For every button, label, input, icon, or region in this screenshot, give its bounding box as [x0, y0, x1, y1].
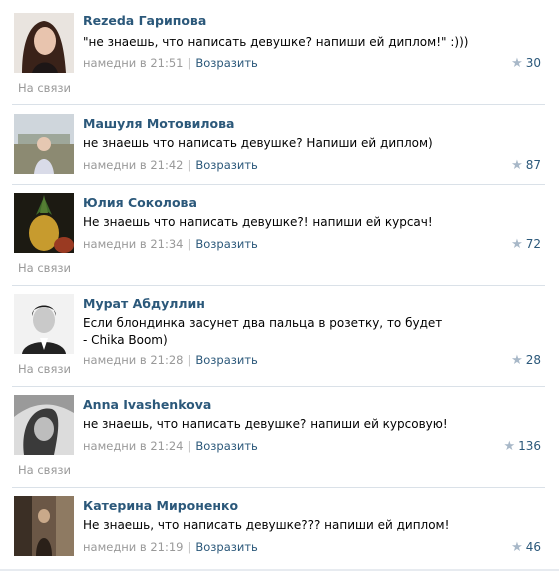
author-name[interactable]: Юлия Соколова — [83, 195, 197, 210]
star-icon[interactable]: ★ — [511, 540, 523, 555]
comment-meta: намедни в 21:51 | Возразить — [83, 56, 258, 70]
reply-link[interactable]: Возразить — [195, 237, 257, 251]
like-counter[interactable]: ★ 72 — [511, 237, 541, 252]
comment-meta: намедни в 21:34 | Возразить — [83, 237, 258, 251]
author-name[interactable]: Мурат Абдуллин — [83, 296, 205, 311]
online-status: На связи — [18, 261, 71, 275]
like-counter[interactable]: ★ 136 — [503, 439, 541, 454]
comment-text: Не знаешь, что написать девушке??? напиш… — [83, 518, 450, 532]
meta-separator: | — [187, 237, 192, 251]
comment-item: На связи Юлия Соколова Не знаешь что нап… — [0, 185, 559, 285]
like-counter[interactable]: ★ 46 — [511, 540, 541, 555]
meta-separator: | — [187, 158, 192, 172]
reply-link[interactable]: Возразить — [195, 56, 257, 70]
avatar[interactable] — [14, 114, 74, 174]
comment-item: Машуля Мотовилова не знаешь что написать… — [0, 105, 559, 185]
author-name[interactable]: Машуля Мотовилова — [83, 116, 234, 131]
comment-time: намедни в 21:28 — [83, 353, 184, 367]
comment-time: намедни в 21:34 — [83, 237, 184, 251]
comment-meta: намедни в 21:24 | Возразить — [83, 439, 258, 453]
reply-link[interactable]: Возразить — [195, 439, 257, 453]
comment-text: не знаешь что написать девушке? Напиши е… — [83, 136, 433, 150]
like-counter[interactable]: ★ 28 — [511, 353, 541, 368]
avatar[interactable] — [14, 193, 74, 253]
like-count: 72 — [525, 237, 541, 251]
reply-link[interactable]: Возразить — [195, 353, 257, 367]
comment-text: "не знаешь, что написать девушке? напиши… — [83, 35, 469, 49]
comment-item: Катерина Мироненко Не знаешь, что написа… — [0, 488, 559, 570]
reply-link[interactable]: Возразить — [195, 158, 257, 172]
comment-time: намедни в 21:19 — [83, 540, 184, 554]
author-name[interactable]: Катерина Мироненко — [83, 498, 238, 513]
comment-item: На связи Anna Ivashenkova не знаешь, что… — [0, 387, 559, 487]
star-icon[interactable]: ★ — [511, 56, 523, 71]
like-count: 30 — [525, 56, 541, 70]
avatar[interactable] — [14, 395, 74, 455]
star-icon[interactable]: ★ — [511, 353, 523, 368]
like-count: 87 — [525, 158, 541, 172]
comment-time: намедни в 21:51 — [83, 56, 184, 70]
like-counter[interactable]: ★ 87 — [511, 158, 541, 173]
online-status: На связи — [18, 81, 71, 95]
meta-separator: | — [187, 439, 192, 453]
author-name[interactable]: Anna Ivashenkova — [83, 397, 211, 412]
avatar[interactable] — [14, 496, 74, 556]
avatar[interactable] — [14, 13, 74, 73]
star-icon[interactable]: ★ — [503, 439, 515, 454]
like-count: 46 — [525, 540, 541, 554]
star-icon[interactable]: ★ — [511, 158, 523, 173]
comment-time: намедни в 21:24 — [83, 439, 184, 453]
comment-text: не знаешь, что написать девушке? напиши … — [83, 417, 448, 431]
star-icon[interactable]: ★ — [511, 237, 523, 252]
comment-meta: намедни в 21:42 | Возразить — [83, 158, 258, 172]
author-name[interactable]: Rezeda Гарипова — [83, 13, 206, 28]
comment-item: На связи Rezeda Гарипова "не знаешь, что… — [0, 0, 559, 104]
reply-link[interactable]: Возразить — [195, 540, 257, 554]
meta-separator: | — [187, 56, 192, 70]
comment-meta: намедни в 21:19 | Возразить — [83, 540, 258, 554]
like-counter[interactable]: ★ 30 — [511, 56, 541, 71]
avatar[interactable] — [14, 294, 74, 354]
comment-text: Если блондинка засунет два пальца в розе… — [83, 316, 443, 347]
comment-time: намедни в 21:42 — [83, 158, 184, 172]
meta-separator: | — [187, 353, 192, 367]
like-count: 136 — [518, 439, 541, 453]
online-status: На связи — [18, 463, 71, 477]
comment-meta: намедни в 21:28 | Возразить — [83, 353, 258, 367]
meta-separator: | — [187, 540, 192, 554]
comment-text: Не знаешь что написать девушке?! напиши … — [83, 215, 433, 229]
like-count: 28 — [525, 353, 541, 367]
online-status: На связи — [18, 362, 71, 376]
comment-item: На связи Мурат Абдуллин Если блондинка з… — [0, 286, 559, 386]
